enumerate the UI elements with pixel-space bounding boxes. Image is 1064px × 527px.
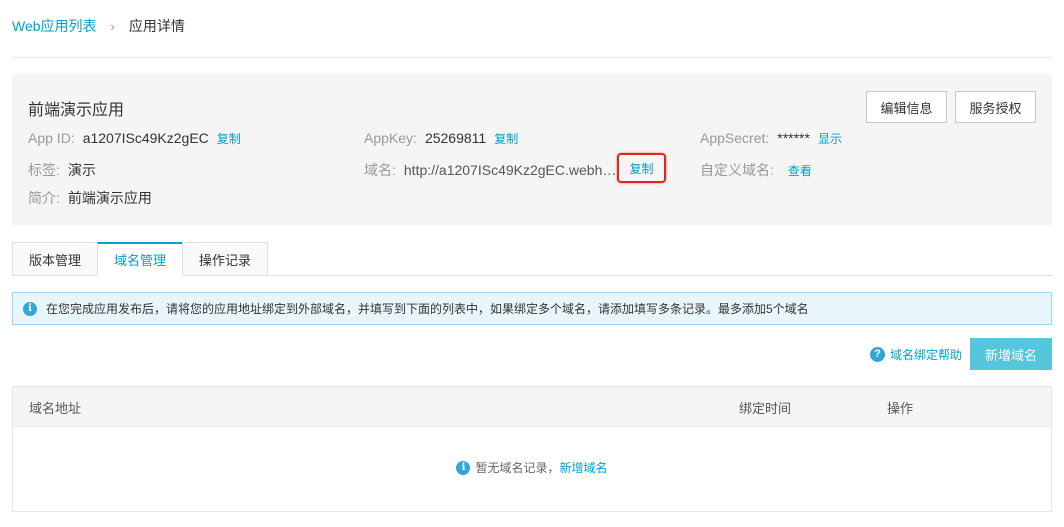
app-name-title: 前端演示应用: [28, 102, 125, 119]
tab-domain-management[interactable]: 域名管理: [97, 242, 183, 276]
domain-value: http://a1207ISc49Kz2gEC.webh…: [403, 162, 617, 178]
custom-domain-field: 自定义域名: 查看: [700, 160, 812, 180]
app-key-field: AppKey: 25269811 复制: [364, 128, 518, 148]
column-bind-time: 绑定时间: [739, 400, 792, 416]
copy-app-id-link[interactable]: 复制: [217, 130, 241, 147]
copy-domain-button[interactable]: 复制: [617, 153, 666, 183]
empty-text: 暂无域名记录，: [475, 461, 560, 475]
intro-label: 简介:: [28, 190, 60, 206]
help-link-label: 域名绑定帮助: [890, 347, 963, 362]
tab-version-management[interactable]: 版本管理: [12, 242, 98, 276]
app-secret-value: ******: [777, 130, 810, 146]
tab-bar: 版本管理 域名管理 操作记录: [12, 242, 269, 276]
column-actions: 操作: [887, 400, 914, 416]
app-id-label: App ID:: [28, 130, 75, 146]
intro-field: 简介: 前端演示应用: [28, 188, 152, 208]
domain-table: 域名地址 绑定时间 操作 i 暂无域名记录， 新增域名: [12, 386, 1052, 512]
notice-text: 在您完成应用发布后，请将您的应用地址绑定到外部域名，并填写到下面的列表中，如果绑…: [46, 302, 809, 316]
tag-value: 演示: [67, 162, 96, 178]
custom-domain-label: 自定义域名:: [700, 162, 774, 178]
breadcrumb-current: 应用详情: [128, 18, 185, 34]
domain-binding-help-link[interactable]: ? 域名绑定帮助: [870, 344, 962, 364]
chevron-right-icon: ›: [110, 18, 115, 34]
copy-app-key-link[interactable]: 复制: [494, 130, 518, 147]
edit-info-button[interactable]: 编辑信息: [866, 91, 947, 123]
app-id-field: App ID: a1207ISc49Kz2gEC 复制: [28, 128, 241, 148]
domain-field: 域名: http://a1207ISc49Kz2gEC.webh…: [364, 160, 616, 180]
intro-value: 前端演示应用: [67, 190, 152, 206]
domain-label: 域名:: [364, 162, 396, 178]
app-secret-field: AppSecret: ****** 显示: [700, 128, 842, 148]
empty-add-domain-link[interactable]: 新增域名: [560, 459, 608, 476]
breadcrumb: Web应用列表 › 应用详情: [12, 16, 185, 36]
header-divider: [12, 57, 1052, 58]
empty-info-icon: i: [456, 460, 471, 475]
show-app-secret-link[interactable]: 显示: [818, 130, 842, 147]
empty-state: i 暂无域名记录， 新增域名: [13, 459, 1051, 476]
info-icon: i: [23, 301, 37, 316]
app-key-value: 25269811: [424, 130, 487, 146]
tag-field: 标签: 演示: [28, 160, 96, 180]
question-icon: ?: [870, 346, 885, 362]
app-key-label: AppKey:: [364, 130, 417, 146]
table-header: 域名地址 绑定时间 操作: [13, 387, 1051, 427]
breadcrumb-web-app-list-link[interactable]: Web应用列表: [12, 16, 97, 36]
service-auth-button[interactable]: 服务授权: [955, 91, 1036, 123]
domain-notice-banner: i 在您完成应用发布后，请将您的应用地址绑定到外部域名，并填写到下面的列表中，如…: [12, 292, 1052, 325]
view-custom-domain-link[interactable]: 查看: [788, 162, 812, 179]
app-secret-label: AppSecret:: [700, 130, 770, 146]
app-id-value: a1207ISc49Kz2gEC: [82, 130, 209, 146]
column-domain-address: 域名地址: [29, 400, 82, 416]
app-info-panel: 前端演示应用 编辑信息 服务授权 App ID: a1207ISc49Kz2gE…: [12, 74, 1052, 225]
add-domain-button[interactable]: 新增域名: [970, 338, 1052, 370]
tab-operation-log[interactable]: 操作记录: [182, 242, 269, 276]
tag-label: 标签:: [28, 162, 60, 178]
